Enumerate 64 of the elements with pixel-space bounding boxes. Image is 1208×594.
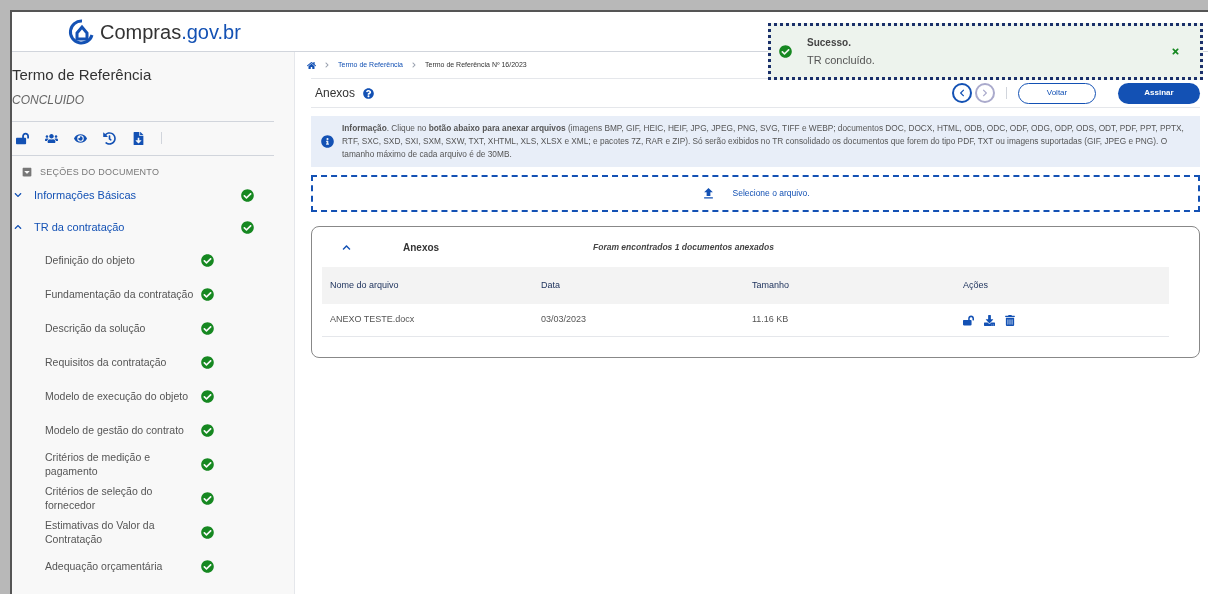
sidebar-item[interactable]: Critérios de medição e pagamento [12, 447, 294, 481]
users-icon[interactable] [45, 131, 58, 145]
chevron-right-icon [981, 89, 989, 97]
section-heading: SEÇÕES DO DOCUMENTO [40, 165, 160, 179]
item-label: Estimativas do Valor da Contratação [45, 518, 156, 546]
unlock-icon[interactable] [16, 131, 29, 145]
sidebar-item[interactable]: Descrição da solução [12, 311, 294, 345]
sidebar-item[interactable]: Requisitos da contratação [12, 345, 294, 379]
item-label: Adequação orçamentária [45, 559, 164, 573]
item-label: Descrição da solução [45, 321, 147, 335]
card-summary: Foram encontrados 1 documentos anexados [593, 240, 774, 254]
file-download-icon[interactable] [132, 131, 145, 145]
success-icon [779, 45, 792, 58]
separator-icon [324, 62, 330, 68]
table-cell-text: ANEXO TESTE.docx [330, 313, 416, 327]
info-icon [321, 135, 334, 148]
column-header: Data [541, 278, 561, 292]
logo-text: Compras.gov.br [100, 19, 241, 45]
download-icon[interactable] [984, 314, 995, 326]
table-cell-text: 03/03/2023 [541, 313, 588, 327]
item-label: Modelo de gestão do contrato [45, 423, 185, 437]
chevron-left-icon [958, 89, 966, 97]
sidebar-item[interactable]: Critérios de seleção do fornecedor [12, 481, 294, 515]
page-title: Anexos [315, 85, 356, 102]
column-header: Tamanho [752, 278, 791, 292]
item-label: Critérios de medição e pagamento [45, 450, 152, 478]
toast-message: TR concluído. [807, 52, 876, 68]
toast-title: Sucesso. [807, 35, 852, 50]
column-header: Nome do arquivo [330, 278, 400, 292]
logo-icon [68, 17, 96, 46]
status-text: CONCLUIDO [12, 91, 85, 109]
sidebar-item[interactable]: Adequação orçamentária [12, 549, 294, 583]
sidebar-item[interactable]: Modelo de gestão do contrato [12, 413, 294, 447]
item-label: Requisitos da contratação [45, 355, 168, 369]
card-title: Anexos [403, 240, 441, 255]
file-upload-button[interactable]: Selecione o arquivo. [311, 175, 1200, 212]
unlock-icon[interactable] [963, 314, 974, 326]
sidebar-item[interactable]: Fundamentação da contratação [12, 277, 294, 311]
sidebar-item[interactable]: Modelo de execução do objeto [12, 379, 294, 413]
section-label: TR da contratação [34, 219, 126, 235]
item-label: Fundamentação da contratação [45, 287, 195, 301]
sign-button[interactable]: Assinar [1118, 82, 1200, 104]
sidebar-title: Termo de Referência [12, 65, 153, 85]
sidebar-section[interactable]: Informações Básicas [12, 179, 294, 211]
close-icon[interactable] [1171, 47, 1180, 56]
previous-button[interactable] [952, 83, 972, 103]
column-header: Ações [963, 278, 989, 292]
table-cell-text: 11.16 KB [752, 313, 790, 327]
help-icon[interactable] [363, 87, 375, 99]
item-label: Definição do objeto [45, 253, 136, 267]
info-text: Informação. Clique no botão abaixo para anexar arquivos (imagens BMP, GIF, HEIC, HEIF, JPG, JPEG, PNG, SVG, TIFF e WEBP; documentos DOC, DOCX, HTML, ODB, ODC, ODF, ODG, ODP, ODS, ODT, PDF, PPT, PPTX, RTF, SXC, SXD, SXI, SXM, SXW, TXT, XHTML, XLS, XLSX e XML; e pacotes 7Z, RAR e ZIP). Só serão exibidos no TR consolidado os documentos que forem do tipo PDF, TXT ou imagens suportadas (GIF, JPEG e PNG). O tamanho máximo de cada arquivo é de 30MB. [342, 122, 1185, 161]
eye-icon[interactable] [74, 131, 87, 145]
sidebar-item[interactable]: Definição do objeto [12, 243, 294, 277]
trash-icon[interactable] [1005, 314, 1015, 326]
collapse-icon[interactable] [22, 167, 32, 178]
history-icon[interactable] [103, 131, 116, 145]
sidebar-item[interactable]: Estimativas do Valor da Contratação [12, 515, 294, 549]
sidebar-section[interactable]: TR da contratação [12, 211, 294, 243]
item-label: Modelo de execução do objeto [45, 389, 190, 403]
item-label: Critérios de seleção do fornecedor [45, 484, 154, 512]
home-icon[interactable] [307, 60, 316, 70]
chevron-up-icon[interactable] [342, 242, 351, 252]
section-label: Informações Básicas [34, 187, 138, 203]
separator-icon [411, 62, 417, 68]
